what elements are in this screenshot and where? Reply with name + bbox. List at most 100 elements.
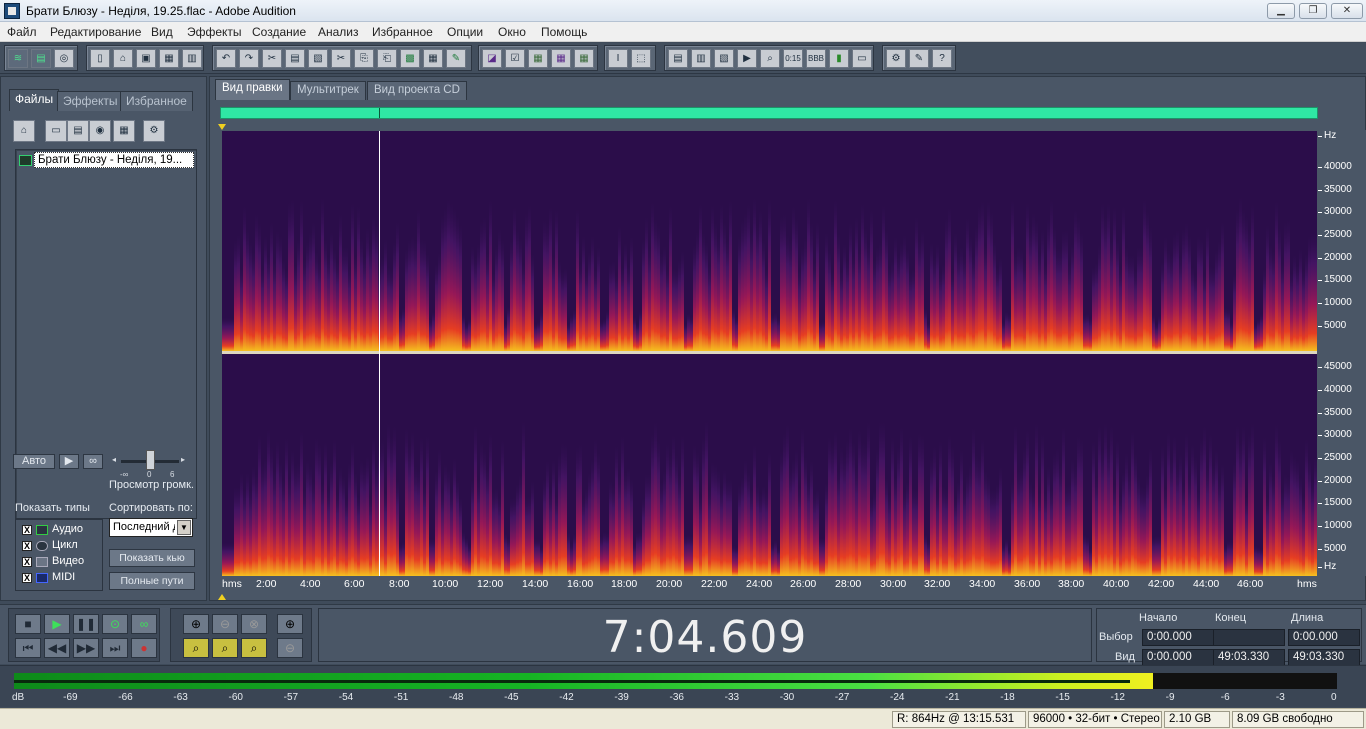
selection-start-field[interactable]: 0:00.000 — [1142, 629, 1214, 646]
end-marker-icon[interactable] — [218, 594, 226, 600]
video-checkbox[interactable]: X — [22, 557, 32, 567]
trim-icon[interactable]: ▦ — [423, 49, 443, 68]
full-paths-button[interactable]: Полные пути — [109, 572, 195, 590]
import-icon[interactable]: ▭ — [45, 120, 67, 142]
zoom-out-icon[interactable]: ⊖ — [212, 614, 238, 634]
insert-cd-icon[interactable]: ◉ — [89, 120, 111, 142]
menu-view[interactable]: Вид — [151, 25, 173, 39]
spectrogram-left-channel[interactable] — [222, 131, 1317, 351]
menu-effects[interactable]: Эффекты — [187, 25, 242, 39]
zoom-out-vertical-icon[interactable]: ⊖ — [277, 638, 303, 658]
organizer-icon[interactable]: ▤ — [668, 49, 688, 68]
zoom-in-vertical-icon[interactable]: ⊕ — [277, 614, 303, 634]
play-preview-button[interactable]: ▶ — [59, 454, 79, 469]
loop-play-button[interactable]: ∞ — [131, 614, 157, 634]
waveform-view-icon[interactable]: ◪ — [482, 49, 502, 68]
view-end-field[interactable]: 49:03.330 — [1213, 649, 1285, 666]
midi-checkbox[interactable]: X — [22, 573, 32, 583]
audio-checkbox[interactable]: X — [22, 525, 32, 535]
tips-icon[interactable]: ✎ — [909, 49, 929, 68]
show-cue-button[interactable]: Показать кью — [109, 549, 195, 567]
status-bar-icon[interactable]: ▭ — [852, 49, 872, 68]
phase-view-icon[interactable]: ▦ — [574, 49, 594, 68]
save-as-icon[interactable]: ▦ — [159, 49, 179, 68]
paste-new-icon[interactable]: ⎗ — [377, 49, 397, 68]
start-marker-icon[interactable] — [218, 124, 226, 130]
redo-icon[interactable]: ↷ — [239, 49, 259, 68]
settings-icon[interactable]: ⚙ — [886, 49, 906, 68]
selection-length-field[interactable]: 0:00.000 — [1288, 629, 1360, 646]
menu-help[interactable]: Помощь — [541, 25, 587, 39]
play-button[interactable]: ▶ — [44, 614, 70, 634]
volume-slider[interactable] — [146, 450, 155, 470]
zoom-right-icon[interactable]: ⌕ — [212, 638, 238, 658]
view-length-field[interactable]: 49:03.330 — [1288, 649, 1360, 666]
go-to-start-button[interactable]: ⏮ — [15, 638, 41, 658]
spectral-check-icon[interactable]: ☑ — [505, 49, 525, 68]
help-icon[interactable]: ? — [932, 49, 952, 68]
marquee-icon[interactable]: ⬚ — [631, 49, 651, 68]
tab-cd-project[interactable]: Вид проекта CD — [367, 81, 467, 100]
menu-create[interactable]: Создание — [252, 25, 306, 39]
cd-icon[interactable]: ◎ — [54, 49, 74, 68]
sort-select[interactable]: Последний д ▼ — [109, 518, 193, 537]
loop-preview-button[interactable]: ∞ — [83, 454, 103, 469]
close-button[interactable]: ✕ — [1331, 3, 1363, 19]
mix-paste-icon[interactable]: ▩ — [400, 49, 420, 68]
record-button[interactable]: ● — [131, 638, 157, 658]
play-to-end-button[interactable]: ⊙ — [102, 614, 128, 634]
zoom-full-icon[interactable]: ⊗ — [241, 614, 267, 634]
time-window-icon[interactable]: 0:15 — [783, 49, 803, 68]
tab-multitrack[interactable]: Мультитрек — [290, 81, 366, 100]
fast-forward-button[interactable]: ▶▶ — [73, 638, 99, 658]
rewind-button[interactable]: ◀◀ — [44, 638, 70, 658]
menu-analysis[interactable]: Анализ — [318, 25, 359, 39]
time-selection-icon[interactable]: I — [608, 49, 628, 68]
multitrack-icon[interactable]: ▤ — [31, 49, 51, 68]
go-to-end-button[interactable]: ⏭ — [102, 638, 128, 658]
minimize-button[interactable]: ▁ — [1267, 3, 1295, 19]
insert-multitrack-icon[interactable]: ▦ — [113, 120, 135, 142]
menu-file[interactable]: Файл — [7, 25, 37, 39]
level-meter-icon[interactable]: ▮ — [829, 49, 849, 68]
save-all-icon[interactable]: ▥ — [182, 49, 202, 68]
effects-window-icon[interactable]: ▥ — [691, 49, 711, 68]
app-icon[interactable] — [4, 3, 20, 19]
cut-icon[interactable]: ✂ — [331, 49, 351, 68]
view-start-field[interactable]: 0:00.000 — [1142, 649, 1214, 666]
zoom-in-icon[interactable]: ⊕ — [183, 614, 209, 634]
tab-files[interactable]: Файлы — [9, 89, 60, 111]
tab-effects[interactable]: Эффекты — [57, 91, 124, 111]
options-icon[interactable]: ⚙ — [143, 120, 165, 142]
copy-icon[interactable]: ▤ — [285, 49, 305, 68]
maximize-button[interactable]: ❐ — [1299, 3, 1327, 19]
pause-button[interactable]: ❚❚ — [73, 614, 99, 634]
transport-window-icon[interactable]: ▶ — [737, 49, 757, 68]
menu-favorites[interactable]: Избранное — [372, 25, 433, 39]
mixer-icon[interactable]: ▧ — [714, 49, 734, 68]
delete-silence-icon[interactable]: ✎ — [446, 49, 466, 68]
new-file-icon[interactable]: ▯ — [90, 49, 110, 68]
overview-bar[interactable] — [220, 107, 1318, 119]
selection-window-icon[interactable]: BBB — [806, 49, 826, 68]
copy-new-icon[interactable]: ▧ — [308, 49, 328, 68]
spectral-view-icon[interactable]: ▦ — [528, 49, 548, 68]
paste-icon[interactable]: ⎘ — [354, 49, 374, 68]
auto-button[interactable]: Авто — [13, 454, 55, 469]
open-file-icon[interactable]: ⌂ — [113, 49, 133, 68]
loop-checkbox[interactable]: X — [22, 541, 32, 551]
pan-view-icon[interactable]: ▦ — [551, 49, 571, 68]
playhead-cursor[interactable] — [379, 131, 380, 576]
undo-icon[interactable]: ↶ — [216, 49, 236, 68]
slider-right-arrow[interactable]: ▸ — [181, 455, 185, 464]
close-file-icon[interactable]: ▤ — [67, 120, 89, 142]
save-icon[interactable]: ▣ — [136, 49, 156, 68]
zoom-selection-icon[interactable]: ⌕ — [241, 638, 267, 658]
time-ruler[interactable]: hms 2:00 4:00 6:00 8:00 10:00 12:00 14:0… — [222, 576, 1317, 593]
zoom-window-icon[interactable]: ⌕ — [760, 49, 780, 68]
tab-edit-view[interactable]: Вид правки — [215, 79, 290, 100]
tab-favorites[interactable]: Избранное — [120, 91, 193, 111]
menu-window[interactable]: Окно — [498, 25, 526, 39]
edit-view-icon[interactable]: ≋ — [8, 49, 28, 68]
menu-edit[interactable]: Редактирование — [50, 25, 141, 39]
